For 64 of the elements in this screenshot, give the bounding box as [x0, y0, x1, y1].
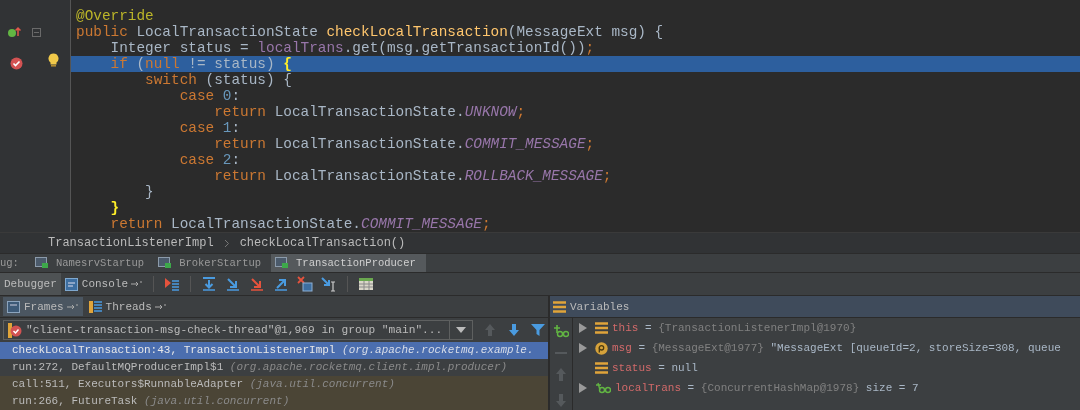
code-line: case 2:: [178, 152, 241, 168]
down-arrow-icon[interactable]: [507, 323, 521, 337]
monitor-icon: [275, 257, 290, 269]
code-line: }: [144, 184, 154, 200]
breakpoint-icon[interactable]: [10, 57, 23, 70]
panel-tab[interactable]: Debugger: [0, 273, 61, 295]
pin-arrow-icon[interactable]: [154, 302, 167, 311]
frames-icon: [7, 300, 20, 313]
force-step-into-icon[interactable]: [249, 276, 266, 292]
thread-status-icon: [8, 322, 22, 338]
chevron-icon: [223, 238, 230, 248]
code-line: return LocalTransactionState.UNKNOW;: [213, 104, 526, 120]
code-line: return LocalTransactionState.COMMIT_MESSAGE;: [213, 136, 595, 152]
code-line: }: [109, 200, 120, 216]
code-line: Integer status = localTrans.get(msg.getTransactionId());: [109, 40, 595, 56]
code-line: @Override: [76, 8, 154, 24]
monitor-icon: [34, 257, 49, 269]
variables-icon: [553, 300, 566, 313]
breadcrumb-item[interactable]: TransactionListenerImpl: [48, 236, 214, 250]
variable-entry[interactable]: localTrans = {ConcurrentHashMap@1978} size = 7: [615, 382, 919, 394]
step-over-icon[interactable]: [201, 276, 218, 292]
fold-icon[interactable]: [32, 28, 41, 37]
drop-frame-icon[interactable]: [297, 276, 314, 292]
session-tab[interactable]: TransactionProducer: [271, 254, 426, 272]
expand-arrow-icon[interactable]: [579, 323, 587, 333]
stack-frame[interactable]: call:511, Executors$RunnableAdapter (java.util.concurrent): [0, 376, 548, 393]
expand-arrow-icon[interactable]: [579, 343, 587, 353]
pin-arrow-icon[interactable]: [131, 280, 144, 288]
breadcrumb-item[interactable]: checkLocalTransaction(): [239, 236, 406, 250]
session-tab[interactable]: NamesrvStartup: [30, 254, 155, 272]
panel-title: Variables: [570, 300, 630, 313]
pin-arrow-icon[interactable]: [66, 302, 79, 311]
filter-icon[interactable]: [531, 323, 545, 337]
variable-entry[interactable]: status = null: [612, 362, 698, 374]
caret-icon: [456, 327, 466, 333]
threads-icon: [88, 299, 102, 314]
code-line: if (null != status) {: [109, 56, 292, 72]
stack-frame[interactable]: checkLocalTransaction:43, TransactionListenerImpl (org.apache.rocketmq.example.: [0, 342, 548, 359]
console-icon: [64, 277, 78, 291]
debug-label: ug:: [0, 257, 19, 269]
table-icon[interactable]: [358, 276, 375, 292]
step-out-icon[interactable]: [273, 276, 290, 292]
session-tab[interactable]: BrokerStartup: [154, 254, 272, 272]
lightbulb-icon[interactable]: [48, 53, 59, 67]
show-execution-point-icon[interactable]: [164, 276, 181, 292]
expand-arrow-icon[interactable]: [579, 383, 587, 393]
glasses-icon[interactable]: [553, 324, 569, 338]
run-to-cursor-icon[interactable]: [321, 276, 338, 292]
stack-frame[interactable]: run:266, FutureTask (java.util.concurrent): [0, 393, 548, 410]
panel-tab[interactable]: Console: [60, 273, 148, 295]
code-line: return LocalTransactionState.ROLLBACK_MESSAGE;: [213, 168, 612, 184]
code-line: case 0:: [178, 88, 241, 104]
panel-tab[interactable]: Frames: [3, 297, 83, 316]
step-into-icon[interactable]: [225, 276, 242, 292]
code-line: public LocalTransactionState checkLocalTransaction(MessageExt msg) {: [76, 24, 664, 40]
override-icon[interactable]: [7, 26, 21, 38]
code-line: return LocalTransactionState.COMMIT_MESSAGE;: [109, 216, 491, 232]
code-line: switch (status) {: [144, 72, 292, 88]
variable-entry[interactable]: this = {TransactionListenerImpl@1970}: [612, 322, 857, 334]
code-line: case 1:: [178, 120, 241, 136]
thread-dropdown[interactable]: "client-transaction-msg-check-thread"@1,969 in group "main"...: [3, 320, 473, 340]
stack-frame[interactable]: run:272, DefaultMQProducerImpl$1 (org.apache.rocketmq.client.impl.producer): [0, 359, 548, 376]
variable-entry[interactable]: msg = {MessageExt@1977} "MessageExt [queueId=2, storeSize=308, queue: [612, 342, 1061, 354]
monitor-icon: [158, 257, 173, 269]
